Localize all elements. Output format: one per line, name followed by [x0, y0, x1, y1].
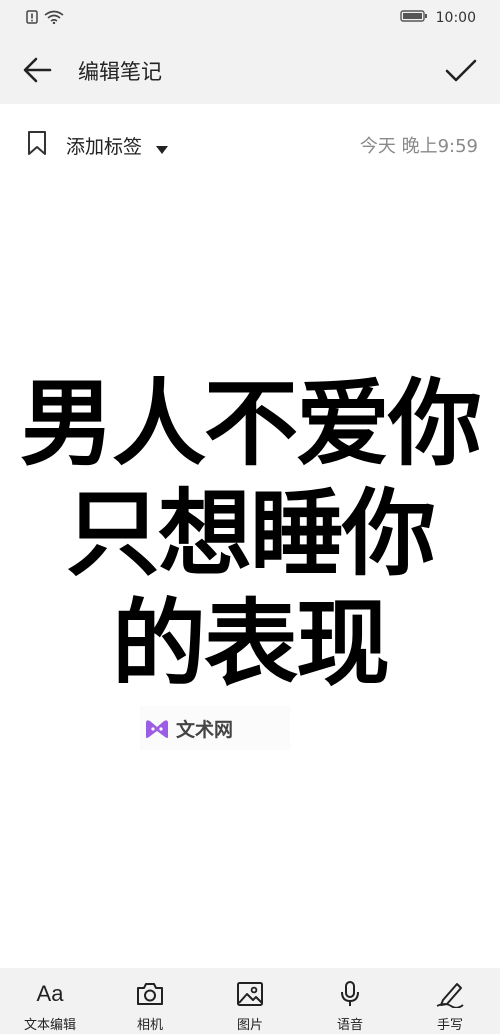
camera-icon — [137, 983, 163, 1005]
tag-row: 添加标签 今天 晚上9:59 — [0, 118, 500, 168]
arrow-left-icon — [23, 57, 52, 83]
battery-icon — [399, 8, 428, 27]
bottom-toolbar: Aa 文本编辑 相机 图片 语音 手写 — [0, 968, 500, 1034]
back-button[interactable] — [20, 54, 56, 86]
note-line-3: 的表现 — [111, 590, 390, 699]
status-left-icons — [26, 9, 64, 28]
page-title: 编辑笔记 — [78, 60, 162, 84]
top-toolbar: 编辑笔记 — [0, 36, 500, 104]
note-line-2: 只想睡你 — [65, 480, 436, 589]
watermark-logo-icon — [146, 720, 168, 738]
handwriting-label: 手写 — [436, 1018, 463, 1033]
save-button[interactable] — [444, 54, 478, 86]
sim-alert-icon — [26, 9, 38, 28]
text-edit-label: 文本编辑 — [23, 1018, 76, 1033]
watermark-text: 文术网 — [176, 718, 234, 741]
bookmark-icon[interactable] — [26, 130, 48, 160]
clock: 10:00 — [435, 9, 476, 26]
camera-label: 相机 — [136, 1018, 163, 1033]
text-edit-button[interactable]: Aa 文本编辑 — [0, 968, 100, 1034]
handwriting-button[interactable]: 手写 — [400, 968, 500, 1034]
note-timestamp: 今天 晚上9:59 — [359, 136, 478, 157]
handwriting-pen-icon — [436, 983, 464, 1008]
status-right: 10:00 — [399, 8, 476, 27]
note-line-1: 男人不爱你 — [19, 370, 482, 479]
watermark: 文术网 — [140, 706, 290, 750]
add-tag-button[interactable]: 添加标签 — [66, 132, 142, 159]
voice-label: 语音 — [336, 1018, 363, 1033]
wifi-icon — [44, 9, 64, 28]
voice-button[interactable]: 语音 — [300, 968, 400, 1034]
microphone-icon — [341, 981, 359, 1006]
text-format-icon: Aa — [36, 981, 64, 1006]
image-icon — [237, 982, 263, 1006]
caret-down-icon[interactable] — [156, 139, 168, 158]
image-label: 图片 — [236, 1018, 263, 1033]
status-bar: 10:00 — [0, 0, 500, 36]
image-button[interactable]: 图片 — [200, 968, 300, 1034]
camera-button[interactable]: 相机 — [100, 968, 200, 1034]
checkmark-icon — [445, 59, 477, 82]
